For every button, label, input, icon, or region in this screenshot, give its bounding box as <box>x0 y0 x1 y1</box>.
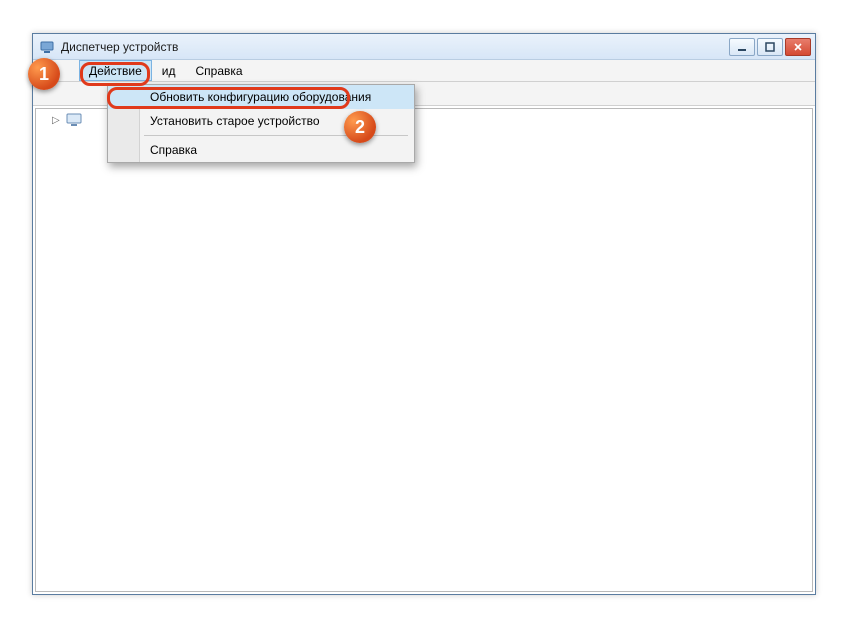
computer-icon <box>66 113 82 127</box>
minimize-button[interactable] <box>729 38 755 56</box>
annotation-badge-2-text: 2 <box>355 117 365 138</box>
menu-view-partial[interactable]: ид <box>152 60 186 81</box>
window-controls <box>729 38 811 56</box>
menu-help-label: Справка <box>195 64 242 78</box>
maximize-button[interactable] <box>757 38 783 56</box>
menu-action[interactable]: Действие <box>79 60 152 81</box>
annotation-badge-1-text: 1 <box>39 64 49 85</box>
titlebar: Диспетчер устройств <box>33 34 815 60</box>
menu-item-help-label: Справка <box>150 143 197 157</box>
app-icon <box>39 39 55 55</box>
close-button[interactable] <box>785 38 811 56</box>
menubar: Действие ид Справка <box>33 60 815 82</box>
menu-item-scan-hardware-label: Обновить конфигурацию оборудования <box>150 90 371 104</box>
device-tree[interactable]: ▷ <box>35 108 813 592</box>
menu-action-label: Действие <box>89 64 142 78</box>
expand-icon[interactable]: ▷ <box>52 115 62 126</box>
menu-view-suffix: ид <box>162 64 176 78</box>
annotation-badge-2: 2 <box>344 111 376 143</box>
annotation-badge-1: 1 <box>28 58 60 90</box>
menu-help[interactable]: Справка <box>185 60 252 81</box>
window-title: Диспетчер устройств <box>61 40 729 54</box>
menu-item-scan-hardware[interactable]: Обновить конфигурацию оборудования <box>108 85 414 109</box>
device-manager-window: Диспетчер устройств Действие ид <box>32 33 816 595</box>
menu-item-help[interactable]: Справка <box>108 138 414 162</box>
menu-item-add-legacy-label: Установить старое устройство <box>150 114 320 128</box>
